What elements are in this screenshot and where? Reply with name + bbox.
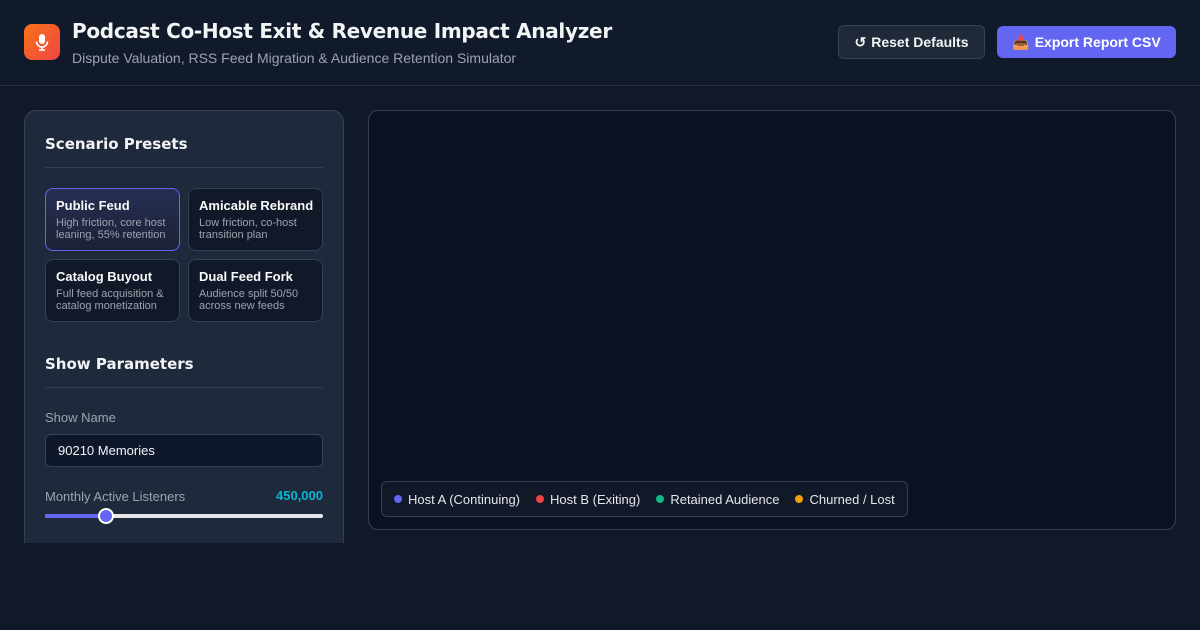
preset-public-feud[interactable]: Public Feud High friction, core host lea… <box>45 188 180 251</box>
preset-desc: High friction, core host leaning, 55% re… <box>56 217 166 241</box>
preset-catalog-buyout[interactable]: Catalog Buyout Full feed acquisition & c… <box>45 259 180 322</box>
listeners-slider[interactable] <box>45 508 323 524</box>
legend-swatch <box>795 495 804 503</box>
preset-desc: Audience split 50/50 across new feeds <box>199 288 299 312</box>
reset-defaults-button[interactable]: ↺ Reset Defaults <box>838 25 985 59</box>
reset-icon: ↺ <box>854 33 867 50</box>
page-subtitle: Dispute Valuation, RSS Feed Migration & … <box>72 50 517 66</box>
sidebar-panel: Scenario Presets Public Feud High fricti… <box>24 110 344 543</box>
export-report-button[interactable]: 📥 Export Report CSV <box>997 26 1176 58</box>
app-header: Podcast Co-Host Exit & Revenue Impact An… <box>0 0 1200 86</box>
reset-defaults-label: Reset Defaults <box>871 34 969 50</box>
presets-title: Scenario Presets <box>45 135 188 153</box>
legend-swatch <box>394 495 402 503</box>
chart-panel: Host A (Continuing) Host B (Exiting) Retai… <box>368 110 1176 530</box>
params-divider <box>45 387 323 388</box>
legend-item: Host B (Exiting) <box>536 492 640 507</box>
legend-label: Host A (Continuing) <box>408 491 521 507</box>
page-title: Podcast Co-Host Exit & Revenue Impact An… <box>72 19 612 43</box>
preset-title: Dual Feed Fork <box>199 269 293 284</box>
microphone-icon <box>24 24 60 60</box>
preset-dual-feed-fork[interactable]: Dual Feed Fork Audience split 50/50 acro… <box>188 259 323 322</box>
slider-fill <box>45 514 107 518</box>
legend-label: Host B (Exiting) <box>550 491 641 507</box>
preset-desc: Full feed acquisition & catalog monetiza… <box>56 288 164 312</box>
legend-swatch <box>536 495 545 503</box>
export-report-label: Export Report CSV <box>1034 34 1161 50</box>
listeners-value: 450,000 <box>276 488 323 503</box>
params-title: Show Parameters <box>45 355 194 373</box>
legend-item: Churned / Lost <box>795 491 895 507</box>
preset-desc: Low friction, co-host transition plan <box>199 217 297 241</box>
preset-title: Public Feud <box>56 198 130 213</box>
slider-thumb[interactable] <box>98 508 115 524</box>
presets-divider <box>45 167 323 168</box>
legend-label: Churned / Lost <box>809 491 895 507</box>
show-name-label: Show Name <box>45 410 116 425</box>
legend-label: Retained Audience <box>670 491 780 507</box>
listeners-label: Monthly Active Listeners <box>45 489 186 504</box>
download-icon: 📥 <box>1012 33 1030 50</box>
show-name-input[interactable] <box>45 434 323 467</box>
legend-swatch <box>656 495 665 503</box>
legend-item: Retained Audience <box>656 492 779 507</box>
preset-title: Catalog Buyout <box>56 269 153 284</box>
legend-item: Host A (Continuing) <box>394 492 520 507</box>
chart-legend: Host A (Continuing) Host B (Exiting) Retai… <box>381 481 908 517</box>
preset-title: Amicable Rebrand <box>199 198 314 213</box>
preset-amicable-rebrand[interactable]: Amicable Rebrand Low friction, co-host t… <box>188 188 323 251</box>
